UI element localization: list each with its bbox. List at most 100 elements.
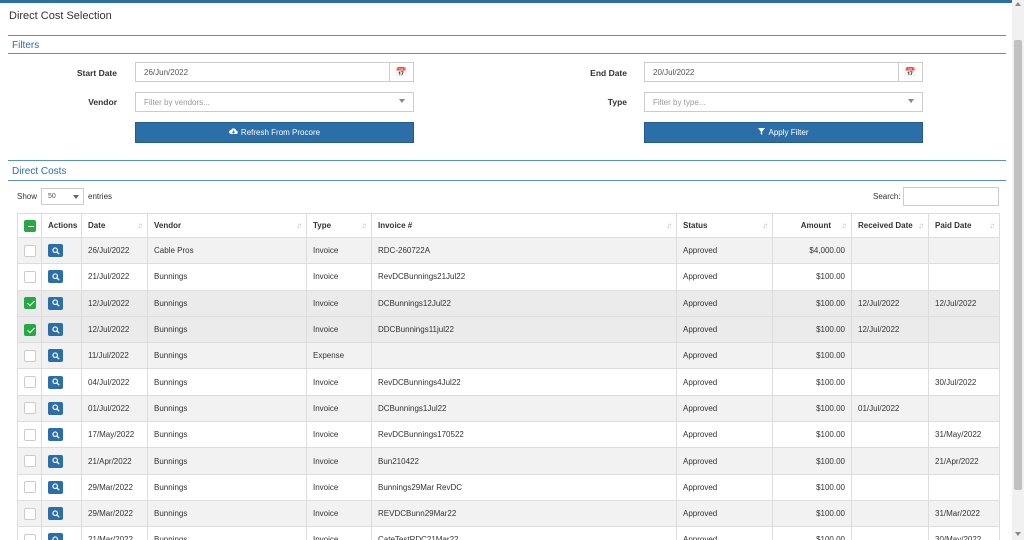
chevron-down-icon bbox=[73, 195, 79, 199]
cell-paid-date: 31/May/2022 bbox=[928, 421, 1000, 449]
page-scrollbar[interactable] bbox=[1012, 0, 1024, 540]
cell-paid-date bbox=[928, 394, 1000, 423]
row-checkbox[interactable] bbox=[24, 323, 36, 336]
scroll-up-arrow-icon[interactable] bbox=[1015, 2, 1021, 6]
cell-paid-date: 30/May/2022 bbox=[928, 526, 1000, 540]
column-header-invoice[interactable]: Invoice # ↓↑ bbox=[371, 213, 677, 238]
sort-icon[interactable]: ↓↑ bbox=[361, 221, 367, 230]
column-header-date[interactable]: Date ↓↑ bbox=[81, 213, 148, 238]
scroll-down-arrow-icon[interactable] bbox=[1015, 532, 1021, 536]
row-checkbox[interactable] bbox=[24, 297, 36, 310]
table-row[interactable]: 12/Jul/2022 Bunnings Invoice DCBunnings12Ju… bbox=[17, 289, 1000, 317]
search-icon[interactable] bbox=[48, 244, 63, 258]
type-label: Type bbox=[607, 97, 627, 107]
search-icon[interactable] bbox=[48, 480, 63, 494]
column-header-actions: Actions bbox=[41, 213, 82, 238]
chevron-down-icon bbox=[399, 99, 405, 103]
cell-invoice: RevDCBunnings4Jul22 bbox=[371, 368, 677, 396]
table-row[interactable]: 26/Jul/2022 Cable Pros Invoice RDC-260722A A… bbox=[17, 236, 1000, 265]
column-header-vendor[interactable]: Vendor ↓↑ bbox=[147, 213, 307, 238]
row-checkbox[interactable] bbox=[24, 402, 36, 415]
start-date-input[interactable]: 26/Jun/2022 📅 bbox=[135, 62, 414, 82]
refresh-from-procore-button[interactable]: Refresh From Procore bbox=[135, 122, 414, 143]
row-select-cell[interactable] bbox=[17, 315, 42, 344]
row-select-cell[interactable] bbox=[17, 499, 42, 528]
cell-vendor: Bunnings bbox=[147, 263, 307, 291]
row-select-cell[interactable] bbox=[17, 447, 42, 475]
row-checkbox[interactable] bbox=[24, 455, 36, 468]
column-header-amount[interactable]: Amount ↓↑ bbox=[772, 213, 852, 238]
search-icon[interactable] bbox=[48, 323, 63, 337]
search-icon[interactable] bbox=[48, 375, 63, 389]
page-size-select[interactable]: 50 bbox=[41, 188, 84, 205]
end-date-input[interactable]: 20/Jul/2022 📅 bbox=[644, 62, 923, 82]
entries-label: entries bbox=[88, 192, 113, 201]
row-select-cell[interactable] bbox=[17, 289, 42, 317]
cell-date: 01/Jul/2022 bbox=[81, 394, 148, 423]
cell-type: Invoice bbox=[306, 263, 372, 291]
calendar-icon[interactable]: 📅 bbox=[898, 63, 922, 81]
table-row[interactable]: 12/Jul/2022 Bunnings Invoice DDCBunnings11j… bbox=[17, 315, 1000, 344]
search-icon[interactable] bbox=[48, 454, 63, 468]
table-row[interactable]: 11/Jul/2022 Bunnings Expense Approved $100.0… bbox=[17, 342, 1000, 370]
type-select[interactable]: Filter by type... bbox=[644, 92, 923, 112]
row-checkbox[interactable] bbox=[24, 376, 36, 389]
row-checkbox[interactable] bbox=[24, 507, 36, 520]
table-row[interactable]: 04/Jul/2022 Bunnings Invoice RevDCBunnings4… bbox=[17, 368, 1000, 396]
select-all-checkbox[interactable] bbox=[24, 219, 36, 232]
row-checkbox[interactable] bbox=[24, 533, 36, 540]
scrollbar-thumb[interactable] bbox=[1014, 40, 1022, 490]
search-icon[interactable] bbox=[48, 428, 63, 442]
row-select-cell[interactable] bbox=[17, 473, 42, 501]
table-row[interactable]: 17/May/2022 Bunnings Invoice RevDCBunnings1… bbox=[17, 421, 1000, 449]
row-select-cell[interactable] bbox=[17, 421, 42, 449]
cell-status: Approved bbox=[676, 289, 773, 317]
table-row[interactable]: 21/Mar/2022 Bunnings Invoice CateTestRDC21M… bbox=[17, 526, 1000, 540]
search-icon[interactable] bbox=[48, 507, 63, 521]
vendor-select[interactable]: Filter by vendors... bbox=[135, 92, 414, 112]
cell-paid-date bbox=[928, 236, 1000, 265]
filters-section-title: Filters bbox=[12, 40, 40, 51]
select-all-header[interactable] bbox=[17, 213, 42, 238]
search-icon[interactable] bbox=[48, 349, 63, 363]
row-select-cell[interactable] bbox=[17, 236, 42, 265]
column-header-type[interactable]: Type ↓↑ bbox=[306, 213, 372, 238]
sort-icon[interactable]: ↓↑ bbox=[666, 221, 672, 230]
cell-paid-date: 30/Jul/2022 bbox=[928, 368, 1000, 396]
table-row[interactable]: 29/Mar/2022 Bunnings Invoice REVDCBunn29Mar… bbox=[17, 499, 1000, 528]
row-checkbox[interactable] bbox=[24, 481, 36, 494]
table-row[interactable]: 21/Jul/2022 Bunnings Invoice RevDCBunnings2… bbox=[17, 263, 1000, 291]
calendar-icon[interactable]: 📅 bbox=[389, 63, 413, 81]
table-row[interactable]: 21/Apr/2022 Bunnings Invoice Bun210422 Appro… bbox=[17, 447, 1000, 475]
search-icon[interactable] bbox=[48, 270, 63, 284]
sort-icon[interactable]: ↓↑ bbox=[296, 221, 302, 230]
cell-date: 21/Apr/2022 bbox=[81, 447, 148, 475]
row-select-cell[interactable] bbox=[17, 368, 42, 396]
sort-icon[interactable]: ↓↑ bbox=[989, 221, 995, 230]
cell-paid-date bbox=[928, 473, 1000, 501]
sort-icon[interactable]: ↓↑ bbox=[137, 221, 143, 230]
apply-filter-button[interactable]: Apply Filter bbox=[644, 122, 923, 143]
search-icon[interactable] bbox=[48, 296, 63, 310]
column-header-status[interactable]: Status ↓↑ bbox=[676, 213, 773, 238]
table-row[interactable]: 01/Jul/2022 Bunnings Invoice DCBunnings1Jul… bbox=[17, 394, 1000, 423]
cell-amount: $100.00 bbox=[772, 315, 852, 344]
cell-date: 17/May/2022 bbox=[81, 421, 148, 449]
row-checkbox[interactable] bbox=[24, 428, 36, 441]
search-icon[interactable] bbox=[48, 533, 63, 540]
sort-icon[interactable]: ↓↑ bbox=[841, 221, 847, 230]
column-header-paid-date[interactable]: Paid Date ↓↑ bbox=[928, 213, 1000, 238]
row-select-cell[interactable] bbox=[17, 526, 42, 540]
row-select-cell[interactable] bbox=[17, 342, 42, 370]
search-icon[interactable] bbox=[48, 401, 63, 415]
search-input[interactable] bbox=[903, 187, 999, 206]
row-checkbox[interactable] bbox=[24, 270, 36, 283]
table-row[interactable]: 29/Mar/2022 Bunnings Invoice Bunnings29Mar … bbox=[17, 473, 1000, 501]
row-select-cell[interactable] bbox=[17, 394, 42, 423]
column-header-received-date[interactable]: Received Date ↓↑ bbox=[851, 213, 929, 238]
sort-icon[interactable]: ↓↑ bbox=[918, 221, 924, 230]
row-select-cell[interactable] bbox=[17, 263, 42, 291]
row-checkbox[interactable] bbox=[24, 244, 36, 257]
row-checkbox[interactable] bbox=[24, 349, 36, 362]
sort-icon[interactable]: ↓↑ bbox=[762, 221, 768, 230]
